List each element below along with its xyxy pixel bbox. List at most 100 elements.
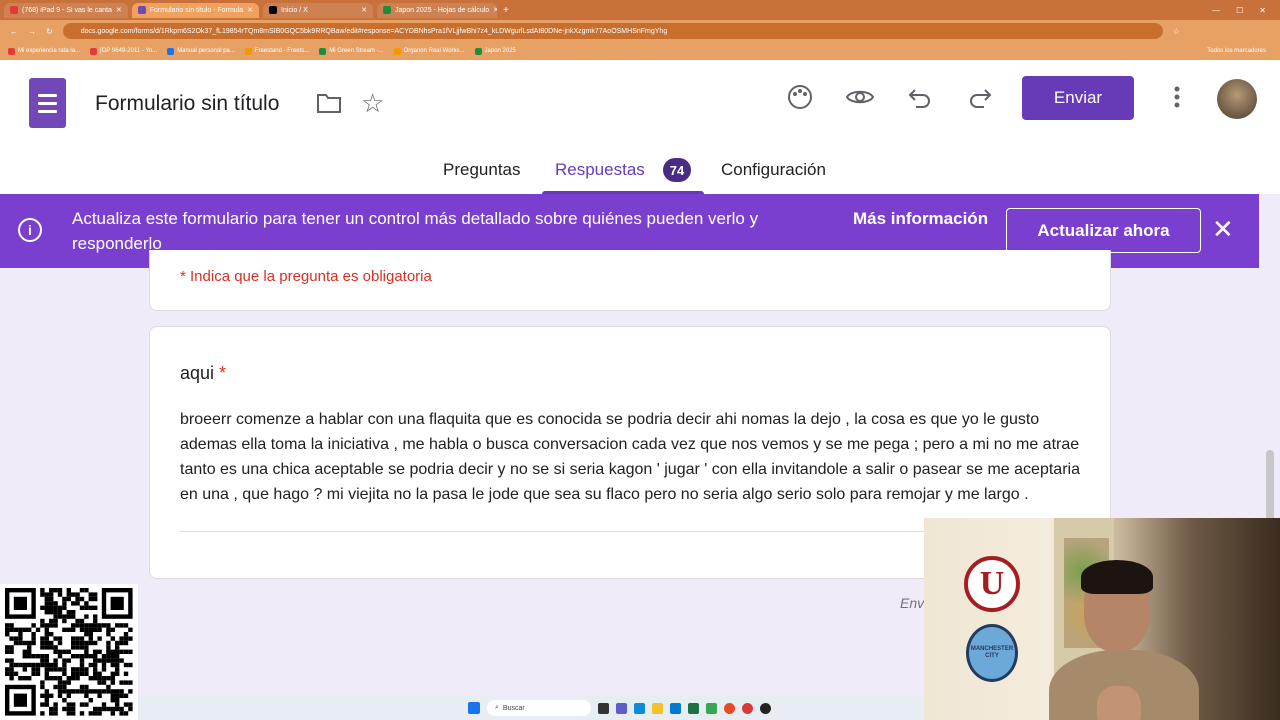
chrome-icon[interactable] (724, 702, 735, 714)
close-tab-icon[interactable]: ✕ (247, 6, 253, 14)
bookmark-item[interactable]: [OP 9649-2011 - Yo... (90, 47, 157, 55)
minimize-icon[interactable]: — (1212, 6, 1220, 15)
qr-module (31, 671, 36, 676)
qr-module (57, 605, 63, 610)
task-view-icon[interactable] (598, 702, 609, 714)
qr-module (88, 640, 93, 646)
file-explorer-icon[interactable] (652, 702, 663, 714)
qr-module (119, 706, 124, 712)
browser-tab-x[interactable]: Inicio / X ✕ (263, 2, 373, 18)
palette-icon[interactable] (787, 84, 813, 116)
qr-module (106, 623, 111, 628)
qr-module (119, 711, 124, 716)
avatar[interactable] (1217, 79, 1257, 119)
excel-icon[interactable] (688, 702, 699, 714)
qr-module (79, 667, 85, 672)
qr-module (71, 601, 76, 606)
qr-module (27, 627, 32, 632)
tab-questions[interactable]: Preguntas (443, 160, 521, 180)
qr-module (115, 689, 120, 694)
app-icon[interactable] (706, 702, 717, 714)
bookmark-item[interactable]: Manual personal pa... (167, 47, 235, 55)
qr-module (101, 680, 107, 685)
qr-module (110, 706, 115, 712)
store-icon[interactable] (670, 702, 681, 714)
qr-module (123, 662, 129, 668)
qr-module (75, 596, 80, 602)
maximize-icon[interactable]: ☐ (1236, 6, 1243, 15)
url-field[interactable]: docs.google.com/forms/d/1Rkpm6S2Ok37_fL1… (62, 23, 1163, 39)
browser-tab-sheets[interactable]: Japon 2025 - Hojas de cálculo ✕ (377, 2, 497, 18)
qr-module (115, 645, 120, 650)
qr-module (97, 711, 102, 716)
eye-icon[interactable] (845, 84, 875, 116)
close-tab-icon[interactable]: ✕ (493, 6, 497, 14)
qr-module (57, 667, 63, 672)
qr-module (22, 649, 27, 654)
qr-module (128, 689, 133, 694)
back-icon[interactable]: ← (10, 27, 18, 36)
bookmark-item[interactable]: Mi Green Stream -... (319, 47, 384, 55)
more-info-link[interactable]: Más información (853, 206, 988, 231)
qr-module (97, 676, 102, 681)
browser-tab-youtube[interactable]: (768) iPad 9 - Si vas le canta ✕ (4, 2, 128, 18)
taskbar-search[interactable]: ⌕ Buscar (487, 700, 591, 716)
qr-finder (13, 596, 27, 610)
qr-module (62, 658, 67, 663)
edge-icon[interactable] (634, 702, 645, 714)
bookmark-item[interactable]: Organon Real Works... (393, 47, 465, 55)
qr-module (110, 711, 115, 716)
qr-module (62, 618, 67, 624)
address-bar-row: ← → ↻ docs.google.com/forms/d/1Rkpm6S2Ok… (0, 20, 1280, 42)
qr-module (110, 627, 115, 632)
qr-module (31, 636, 36, 641)
new-tab-button[interactable]: + (503, 5, 509, 16)
qr-module (115, 623, 120, 628)
qr-module (9, 623, 14, 628)
bookmark-item[interactable]: Freestand - Freets... (244, 47, 309, 55)
qr-module (44, 627, 49, 632)
forward-icon[interactable]: → (28, 27, 36, 36)
bookmark-item[interactable]: Japon 2025 (474, 47, 516, 55)
qr-module (49, 706, 54, 712)
windows-start-icon[interactable] (468, 702, 480, 714)
more-vert-icon[interactable] (1172, 84, 1182, 116)
chrome-profile-icon[interactable] (742, 702, 753, 714)
qr-module (53, 702, 58, 707)
star-icon[interactable]: ☆ (361, 88, 384, 119)
form-title[interactable]: Formulario sin título (95, 92, 279, 116)
qr-module (106, 654, 111, 659)
qr-module (97, 649, 102, 654)
reload-icon[interactable]: ↻ (46, 27, 53, 36)
qr-module (66, 676, 71, 681)
bookmark-star-icon[interactable]: ☆ (1173, 27, 1180, 36)
tab-settings[interactable]: Configuración (721, 160, 826, 180)
undo-icon[interactable] (907, 84, 933, 116)
close-window-icon[interactable]: ✕ (1259, 6, 1266, 15)
close-icon[interactable]: ✕ (1212, 216, 1234, 242)
qr-module (88, 605, 93, 610)
qr-module (22, 654, 27, 659)
qr-module (57, 684, 63, 690)
teams-icon[interactable] (616, 702, 627, 714)
folder-icon[interactable] (316, 92, 342, 120)
qr-module (88, 627, 93, 632)
close-tab-icon[interactable]: ✕ (116, 6, 122, 14)
close-tab-icon[interactable]: ✕ (361, 6, 367, 14)
redo-icon[interactable] (967, 84, 993, 116)
qr-module (40, 662, 45, 668)
update-now-button[interactable]: Actualizar ahora (1006, 208, 1201, 253)
tab-responses[interactable]: Respuestas (555, 160, 645, 180)
qr-code-graphic (5, 588, 133, 716)
qr-module (13, 636, 19, 641)
bookmark-item[interactable]: Mi experiencia rata la... (8, 47, 80, 55)
qr-module (79, 711, 85, 716)
qr-module (79, 671, 85, 676)
browser-tab-forms[interactable]: Formulario sin título - Formula ✕ (131, 2, 259, 18)
qr-module (75, 645, 80, 650)
send-button[interactable]: Enviar (1022, 76, 1134, 120)
obs-icon[interactable] (760, 702, 771, 714)
all-bookmarks[interactable]: Todos los marcadores (1207, 48, 1280, 54)
google-forms-logo-icon[interactable] (29, 78, 66, 128)
qr-module (9, 676, 14, 681)
